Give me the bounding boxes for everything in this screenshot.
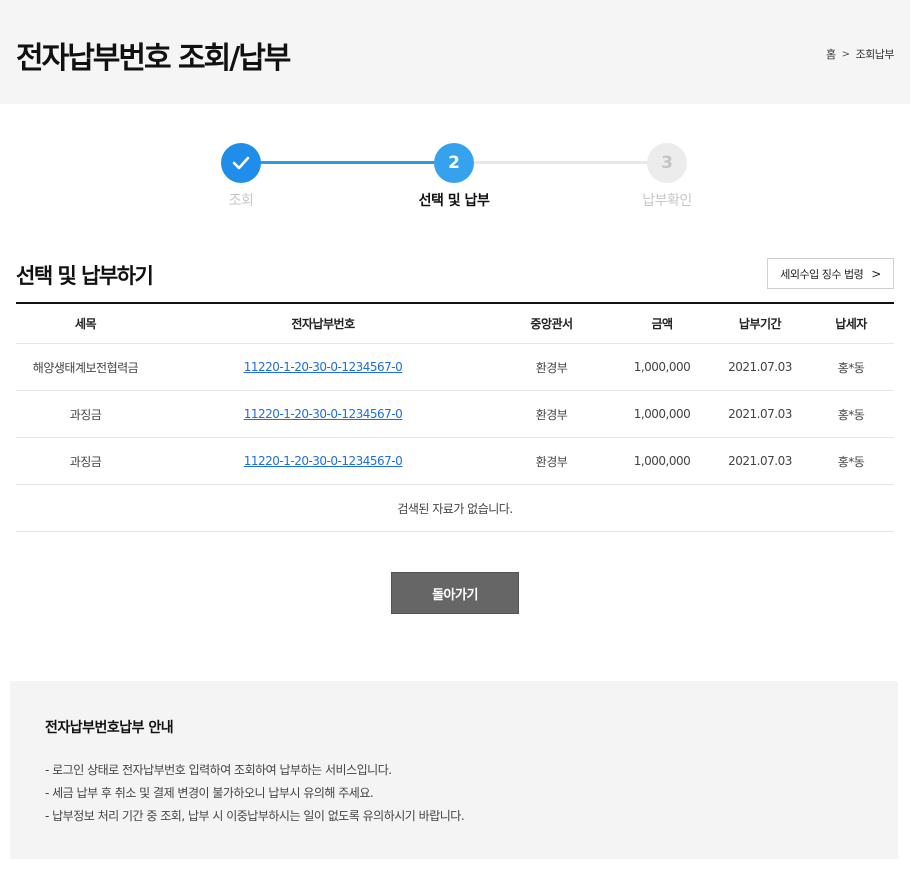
column-header-agency: 중앙관서 bbox=[530, 317, 573, 331]
chevron-right-icon: > bbox=[871, 266, 881, 281]
chevron-right-icon: > bbox=[841, 48, 850, 60]
guide-item: - 세금 납부 후 취소 및 결제 변경이 불가하오니 납부시 유의해 주세요. bbox=[45, 786, 374, 800]
step-2-marker: 2 bbox=[434, 143, 474, 183]
page-header: 전자납부번호 조회/납부 홈 > 조회납부 bbox=[0, 0, 910, 104]
tax-law-button-label: 세외수입 징수 법령 bbox=[780, 267, 864, 281]
payment-number-link[interactable]: 11220-1-20-30-0-1234567-0 bbox=[244, 454, 403, 468]
period-cell: 2021.07.03 bbox=[728, 407, 792, 421]
tax-item-cell: 과징금 bbox=[69, 407, 102, 422]
tax-item-cell: 과징금 bbox=[69, 454, 102, 469]
payment-number-link[interactable]: 11220-1-20-30-0-1234567-0 bbox=[244, 360, 403, 374]
amount-cell: 1,000,000 bbox=[633, 360, 691, 374]
breadcrumb: 홈 > 조회납부 bbox=[826, 46, 895, 62]
empty-result-message: 검색된 자료가 없습니다. bbox=[397, 501, 513, 516]
section-title: 선택 및 납부하기 bbox=[16, 264, 154, 288]
step-1-label: 조회 bbox=[228, 193, 254, 209]
column-header-amount: 금액 bbox=[651, 317, 673, 331]
table-row: 과징금 11220-1-20-30-0-1234567-0 환경부 1,000,… bbox=[16, 438, 894, 485]
step-2-label: 선택 및 납부 bbox=[418, 193, 490, 209]
step-1-marker bbox=[221, 143, 261, 183]
payment-number-cell: 11220-1-20-30-0-1234567-0 bbox=[155, 360, 491, 374]
guide-box: 전자납부번호납부 안내 - 로그인 상태로 전자납부번호 입력하여 조회하여 납… bbox=[10, 681, 898, 859]
step-3-marker: 3 bbox=[647, 143, 687, 183]
period-cell: 2021.07.03 bbox=[728, 454, 792, 468]
guide-item: - 납부정보 처리 기간 중 조회, 납부 시 이중납부하시는 일이 없도록 유… bbox=[45, 809, 465, 823]
payment-table: 세목 전자납부번호 중앙관서 금액 납부기간 납세자 해양생태계보전협력금 11… bbox=[16, 302, 894, 532]
guide-title: 전자납부번호납부 안내 bbox=[45, 720, 174, 736]
amount-cell: 1,000,000 bbox=[633, 454, 691, 468]
table-header-row: 세목 전자납부번호 중앙관서 금액 납부기간 납세자 bbox=[16, 304, 894, 344]
taxpayer-cell: 홍*동 bbox=[837, 454, 865, 469]
table-row: 해양생태계보전협력금 11220-1-20-30-0-1234567-0 환경부… bbox=[16, 344, 894, 391]
empty-result-row: 검색된 자료가 없습니다. bbox=[16, 485, 894, 532]
column-header-tax-item: 세목 bbox=[74, 317, 97, 331]
payment-number-link[interactable]: 11220-1-20-30-0-1234567-0 bbox=[244, 407, 403, 421]
table-row: 과징금 11220-1-20-30-0-1234567-0 환경부 1,000,… bbox=[16, 391, 894, 438]
taxpayer-cell: 홍*동 bbox=[837, 360, 865, 375]
amount-cell: 1,000,000 bbox=[633, 407, 691, 421]
page-title: 전자납부번호 조회/납부 bbox=[16, 41, 291, 76]
column-header-period: 납부기간 bbox=[738, 317, 782, 331]
progress-stepper: 2 3 조회 선택 및 납부 납부확인 bbox=[0, 140, 910, 220]
payment-number-cell: 11220-1-20-30-0-1234567-0 bbox=[155, 454, 491, 468]
tax-item-cell: 해양생태계보전협력금 bbox=[32, 360, 139, 375]
tax-law-button[interactable]: 세외수입 징수 법령 > bbox=[767, 258, 894, 289]
check-icon bbox=[232, 156, 250, 170]
step-3-label: 납부확인 bbox=[642, 193, 692, 209]
taxpayer-cell: 홍*동 bbox=[837, 407, 865, 422]
step-connector-2 bbox=[473, 161, 649, 164]
payment-number-cell: 11220-1-20-30-0-1234567-0 bbox=[155, 407, 491, 421]
breadcrumb-current[interactable]: 조회납부 bbox=[856, 46, 895, 62]
period-cell: 2021.07.03 bbox=[728, 360, 792, 374]
back-button[interactable]: 돌아가기 bbox=[391, 572, 519, 614]
column-header-payment-no: 전자납부번호 bbox=[291, 317, 355, 331]
agency-cell: 환경부 bbox=[535, 360, 568, 375]
guide-list: - 로그인 상태로 전자납부번호 입력하여 조회하여 납부하는 서비스입니다. … bbox=[45, 761, 465, 830]
step-connector-1 bbox=[260, 161, 436, 164]
guide-item: - 로그인 상태로 전자납부번호 입력하여 조회하여 납부하는 서비스입니다. bbox=[45, 763, 392, 777]
agency-cell: 환경부 bbox=[535, 454, 568, 469]
breadcrumb-home[interactable]: 홈 bbox=[826, 46, 836, 62]
agency-cell: 환경부 bbox=[535, 407, 568, 422]
column-header-taxpayer: 납세자 bbox=[835, 317, 867, 331]
